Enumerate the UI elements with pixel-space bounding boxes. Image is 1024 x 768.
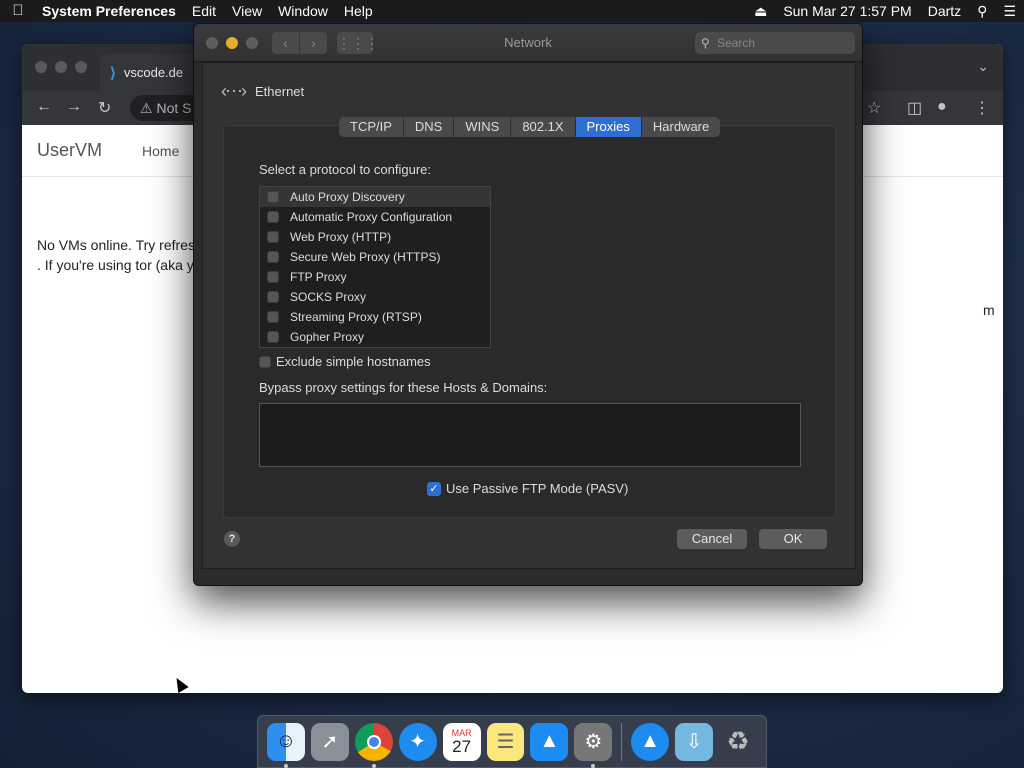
- interface-name: Ethernet: [255, 84, 305, 99]
- protocol-row-http[interactable]: Web Proxy (HTTP): [260, 227, 490, 247]
- menu-view[interactable]: View: [224, 0, 270, 22]
- tab-hardware[interactable]: Hardware: [642, 117, 720, 137]
- protocol-label-text: Auto Proxy Discovery: [290, 190, 405, 204]
- exclude-simple-hostnames[interactable]: Exclude simple hostnames: [259, 354, 431, 369]
- browser-zoom-button[interactable]: [75, 61, 87, 73]
- vscode-icon: ⟩: [110, 64, 116, 82]
- protocol-checkbox[interactable]: [267, 231, 279, 243]
- app-store-download-icon[interactable]: ▲: [631, 722, 670, 761]
- calendar-icon[interactable]: MAR 27: [442, 722, 481, 761]
- address-text: Not S: [156, 100, 192, 116]
- network-titlebar: ‹ › ⋮⋮⋮ Network ⚲ Search: [194, 24, 862, 62]
- protocol-row-ftp[interactable]: FTP Proxy: [260, 267, 490, 287]
- menu-edit[interactable]: Edit: [184, 0, 224, 22]
- menu-window[interactable]: Window: [270, 0, 336, 22]
- tab-search-chevron-icon[interactable]: ⌄: [977, 58, 989, 75]
- app-store-icon[interactable]: ▲: [530, 722, 569, 761]
- menu-datetime[interactable]: Sun Mar 27 1:57 PM: [775, 0, 919, 22]
- clipped-text: m: [983, 302, 995, 318]
- reload-icon[interactable]: ↻: [98, 98, 111, 118]
- menu-bar:  System Preferences Edit View Window He…: [0, 0, 1024, 22]
- dock: ☺ ➚ ✦ MAR 27 ☰ ▲ ⚙ ▲ ⇩ ♻: [257, 715, 767, 768]
- site-brand[interactable]: UserVM: [37, 140, 102, 161]
- app-menu[interactable]: System Preferences: [36, 0, 184, 22]
- search-icon: ⚲: [701, 36, 710, 50]
- menu-user[interactable]: Dartz: [920, 0, 969, 22]
- passive-ftp-option[interactable]: ✓ Use Passive FTP Mode (PASV): [427, 481, 628, 496]
- control-center-icon[interactable]: ☰: [995, 0, 1024, 22]
- menu-help[interactable]: Help: [336, 0, 381, 22]
- protocol-checkbox[interactable]: [267, 251, 279, 263]
- browser-close-button[interactable]: [35, 61, 47, 73]
- protocol-row-gopher[interactable]: Gopher Proxy: [260, 327, 490, 347]
- exclude-checkbox[interactable]: [259, 355, 271, 368]
- warning-icon: ⚠: [140, 100, 157, 116]
- help-button[interactable]: ?: [224, 531, 240, 547]
- cancel-button[interactable]: Cancel: [677, 529, 747, 549]
- tab-bar: TCP/IP DNS WINS 802.1X Proxies Hardware: [339, 117, 721, 137]
- network-window: ‹ › ⋮⋮⋮ Network ⚲ Search ‹⋯› Ethernet TC…: [193, 23, 863, 586]
- protocol-row-auto-discovery[interactable]: Auto Proxy Discovery: [260, 187, 490, 207]
- protocol-label: Select a protocol to configure:: [259, 162, 431, 177]
- checkmark-icon[interactable]: ✓: [427, 481, 441, 496]
- browser-menu-icon[interactable]: ⋮: [974, 98, 990, 118]
- protocol-checkbox[interactable]: [267, 291, 279, 303]
- trash-icon[interactable]: ♻: [719, 723, 757, 761]
- protocol-checkbox[interactable]: [267, 271, 279, 283]
- tab-dns[interactable]: DNS: [404, 117, 455, 137]
- notes-icon[interactable]: ☰: [486, 722, 525, 761]
- search-input[interactable]: ⚲ Search: [695, 32, 855, 54]
- protocol-label-text: Gopher Proxy: [290, 330, 365, 344]
- bypass-label: Bypass proxy settings for these Hosts & …: [259, 380, 548, 395]
- protocol-checkbox[interactable]: [267, 211, 279, 223]
- protocol-row-auto-config[interactable]: Automatic Proxy Configuration: [260, 207, 490, 227]
- browser-tab-title: vscode.de: [123, 65, 184, 80]
- tab-8021x[interactable]: 802.1X: [511, 117, 576, 137]
- eject-icon[interactable]: ⏏: [746, 0, 775, 22]
- interface-header: ‹⋯› Ethernet: [221, 81, 304, 102]
- tab-proxies[interactable]: Proxies: [575, 117, 642, 137]
- system-preferences-icon[interactable]: ⚙: [574, 722, 613, 768]
- protocol-checkbox[interactable]: [267, 331, 279, 343]
- passive-ftp-label: Use Passive FTP Mode (PASV): [446, 481, 629, 496]
- back-icon[interactable]: ←: [36, 98, 52, 116]
- forward-icon[interactable]: →: [66, 98, 82, 116]
- site-home-link[interactable]: Home: [142, 143, 179, 159]
- advanced-sheet: ‹⋯› Ethernet TCP/IP DNS WINS 802.1X Prox…: [202, 62, 856, 569]
- launchpad-icon[interactable]: ➚: [310, 722, 349, 761]
- browser-minimize-button[interactable]: [55, 61, 67, 73]
- side-panel-icon[interactable]: ◫: [907, 98, 922, 118]
- protocol-checkbox[interactable]: [267, 311, 279, 323]
- safari-icon[interactable]: ✦: [398, 722, 437, 761]
- protocol-row-https[interactable]: Secure Web Proxy (HTTPS): [260, 247, 490, 267]
- protocol-list[interactable]: Auto Proxy Discovery Automatic Proxy Con…: [259, 186, 491, 348]
- spotlight-search-icon[interactable]: ⚲: [969, 0, 995, 22]
- desktop:  System Preferences Edit View Window He…: [0, 0, 1024, 768]
- tab-wins[interactable]: WINS: [454, 117, 512, 137]
- ethernet-icon: ‹⋯›: [221, 81, 247, 101]
- bypass-textarea[interactable]: [259, 403, 801, 467]
- dock-separator: [621, 722, 623, 761]
- protocol-row-rtsp[interactable]: Streaming Proxy (RTSP): [260, 307, 490, 327]
- protocol-label-text: Automatic Proxy Configuration: [290, 210, 453, 224]
- protocol-label-text: SOCKS Proxy: [290, 290, 367, 304]
- bookmark-star-icon[interactable]: ☆: [867, 98, 881, 118]
- ok-button[interactable]: OK: [759, 529, 827, 549]
- protocol-label-text: FTP Proxy: [290, 270, 347, 284]
- exclude-label: Exclude simple hostnames: [276, 354, 431, 369]
- protocol-label-text: Streaming Proxy (RTSP): [290, 310, 422, 324]
- protocol-row-socks[interactable]: SOCKS Proxy: [260, 287, 490, 307]
- downloads-folder-icon[interactable]: ⇩: [675, 722, 714, 761]
- protocol-label-text: Web Proxy (HTTP): [290, 230, 392, 244]
- search-placeholder: Search: [717, 36, 756, 50]
- protocol-checkbox[interactable]: [267, 191, 279, 203]
- protocol-label-text: Secure Web Proxy (HTTPS): [290, 250, 441, 264]
- finder-icon[interactable]: ☺: [267, 722, 305, 768]
- profile-icon[interactable]: ●: [937, 98, 947, 116]
- chrome-icon[interactable]: [354, 722, 393, 768]
- tab-tcpip[interactable]: TCP/IP: [339, 117, 404, 137]
- apple-menu-icon[interactable]: : [0, 0, 36, 22]
